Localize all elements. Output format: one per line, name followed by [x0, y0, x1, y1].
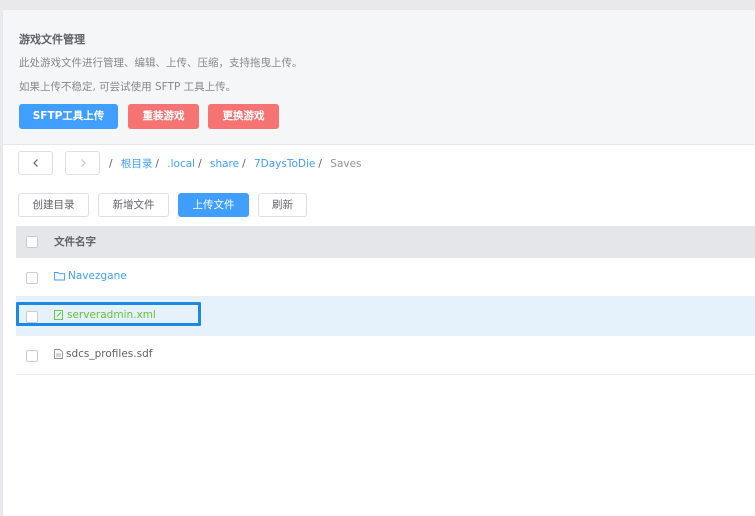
breadcrumb-current: Saves [330, 158, 362, 170]
back-button[interactable] [18, 151, 53, 175]
row-checkbox[interactable] [26, 272, 38, 284]
page-title: 游戏文件管理 [19, 33, 85, 46]
file-table: 文件名字 Navezgane serveradmin.xml sdcs_prof… [16, 226, 755, 375]
breadcrumb-share[interactable]: share [210, 158, 239, 170]
chevron-right-icon [80, 159, 86, 167]
breadcrumb-7daystodie[interactable]: 7DaysToDie [254, 158, 315, 170]
row-checkbox[interactable] [26, 350, 38, 362]
breadcrumb-separator: / [318, 158, 322, 170]
file-name-link[interactable]: Navezgane [54, 270, 127, 282]
file-name-text: Navezgane [68, 270, 127, 282]
folder-icon [54, 272, 65, 281]
column-header-filename: 文件名字 [54, 236, 96, 248]
forward-button[interactable] [65, 151, 100, 175]
breadcrumb-separator: / [242, 158, 246, 170]
chevron-left-icon [32, 159, 38, 167]
breadcrumb-root[interactable]: 根目录 [121, 158, 153, 170]
create-directory-button[interactable]: 创建目录 [18, 193, 89, 217]
table-row[interactable]: Navezgane [16, 258, 755, 297]
selection-highlight-box [16, 302, 201, 326]
file-name-link[interactable]: sdcs_profiles.sdf [54, 348, 152, 360]
header-section: 游戏文件管理 此处游戏文件进行管理、编辑、上传、压缩，支持拖曳上传。 如果上传不… [3, 10, 755, 145]
description-line-1: 此处游戏文件进行管理、编辑、上传、压缩，支持拖曳上传。 [19, 57, 303, 69]
table-header: 文件名字 [16, 226, 755, 258]
breadcrumb-local[interactable]: .local [167, 158, 195, 170]
description-line-2: 如果上传不稳定, 可尝试使用 SFTP 工具上传。 [19, 81, 237, 93]
table-row[interactable]: sdcs_profiles.sdf [16, 336, 755, 375]
breadcrumb-separator: / [109, 158, 113, 170]
upload-file-button[interactable]: 上传文件 [178, 193, 249, 217]
refresh-button[interactable]: 刷新 [258, 193, 307, 217]
file-icon [54, 349, 63, 359]
sftp-upload-button[interactable]: SFTP工具上传 [19, 104, 118, 129]
breadcrumb-separator: / [198, 158, 202, 170]
reinstall-game-button[interactable]: 重装游戏 [128, 104, 199, 129]
breadcrumb: / 根目录 / .local / share/ 7DaysToDie / Saves [109, 156, 362, 171]
change-game-button[interactable]: 更换游戏 [208, 104, 279, 129]
select-all-checkbox[interactable] [26, 236, 38, 248]
new-file-button[interactable]: 新增文件 [98, 193, 169, 217]
breadcrumb-separator: / [155, 158, 159, 170]
file-name-text: sdcs_profiles.sdf [66, 348, 153, 360]
